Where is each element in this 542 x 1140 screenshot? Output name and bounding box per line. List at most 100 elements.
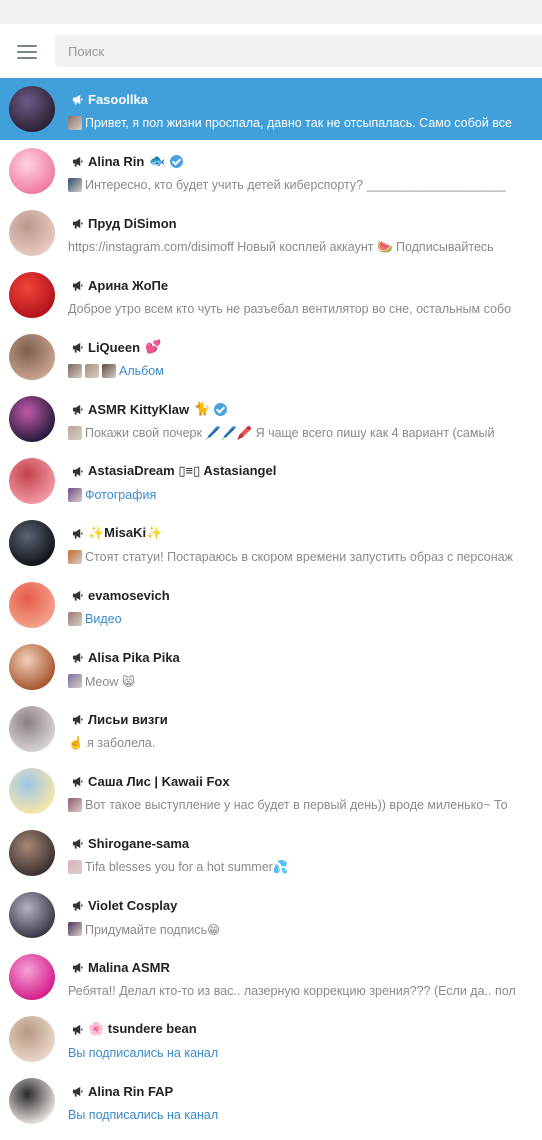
chat-preview-row: Фотография — [68, 486, 156, 504]
chat-list-item[interactable]: Shirogane-sama Tifa blesses you for a hot… — [0, 822, 542, 884]
chat-list-item[interactable]: Malina ASMR Ребята!! Делал кто-то из вас.… — [0, 946, 542, 1008]
media-thumbnail — [68, 612, 82, 626]
channel-megaphone-icon — [72, 156, 83, 167]
header — [0, 24, 542, 78]
chat-last-message: Привет, я пол жизни проспала, давно так … — [85, 116, 512, 130]
chat-last-message: Вот такое выступление у нас будет в перв… — [85, 798, 508, 812]
avatar — [9, 1078, 55, 1124]
chat-name: Саша Лис | Kawaii Fox — [88, 773, 230, 789]
chat-preview-row: Интересно, кто будет учить детей киберсп… — [68, 176, 506, 194]
chat-last-message: Вы подписались на канал — [68, 1046, 219, 1060]
chat-list-item[interactable]: evamosevich Видео — [0, 574, 542, 636]
chat-list-item[interactable]: Саша Лис | Kawaii Fox Вот такое выступлен… — [0, 760, 542, 822]
channel-megaphone-icon — [72, 528, 83, 539]
chat-name: Пруд DiSimon — [88, 215, 177, 231]
chat-title-row: Лисьи визги — [72, 710, 168, 728]
verified-badge-icon — [169, 154, 183, 168]
media-thumbnail — [68, 860, 82, 874]
channel-megaphone-icon — [72, 900, 83, 911]
avatar — [9, 334, 55, 380]
chat-name: Violet Cosplay — [88, 897, 178, 913]
chat-title-row: Alina Rin FAP — [72, 1082, 173, 1100]
avatar — [9, 396, 55, 442]
chat-list-item[interactable]: ✨MisaKi✨ Стоят статуи! Постараюсь в скоро… — [0, 512, 542, 574]
chat-last-message: Стоят статуи! Постараюсь в скором времен… — [85, 550, 513, 564]
chat-preview-row: Видео — [68, 610, 122, 628]
name-emoji: 🐈 — [194, 401, 211, 416]
chat-title-row: Пруд DiSimon — [72, 214, 177, 232]
chat-list-item[interactable]: AstasiaDream ▯≡▯ Astasiangel Фотография — [0, 450, 542, 512]
chat-preview-row: Meow 😸 — [68, 672, 135, 690]
chat-list-item[interactable]: Fasoollka Привет, я пол жизни проспала, д… — [0, 78, 542, 140]
chat-list-item[interactable]: Alina Rin FAP Вы подписались на канал — [0, 1070, 542, 1132]
channel-megaphone-icon — [72, 1086, 83, 1097]
chat-title-row: Malina ASMR — [72, 958, 170, 976]
chat-name: 🌸 tsundere bean — [88, 1021, 197, 1036]
chat-preview-row: Tifa blesses you for a hot summer💦 — [68, 858, 288, 876]
avatar — [9, 644, 55, 690]
media-thumbnail — [68, 426, 82, 440]
avatar — [9, 458, 55, 504]
chat-preview-row: Вот такое выступление у нас будет в перв… — [68, 796, 508, 814]
chat-list-item[interactable]: Арина ЖоПе Доброе утро всем кто чуть не р… — [0, 264, 542, 326]
chat-last-message: Придумайте подпись😁 — [85, 922, 221, 937]
chat-title-row: Alina Rin 🐟 — [72, 152, 183, 170]
channel-megaphone-icon — [72, 776, 83, 787]
chat-preview-row: Вы подписались на канал — [68, 1044, 218, 1062]
channel-megaphone-icon — [72, 652, 83, 663]
media-thumbnail — [68, 798, 82, 812]
hamburger-menu-icon[interactable] — [17, 45, 37, 59]
media-thumbnail — [68, 922, 82, 936]
media-thumbnail — [68, 364, 82, 378]
chat-last-message: https://instagram.com/disimoff Новый кос… — [68, 239, 494, 254]
chat-list-item[interactable]: Alisa Pika Pika Meow 😸 — [0, 636, 542, 698]
chat-list-item[interactable]: 🌸 tsundere bean Вы подписались на канал — [0, 1008, 542, 1070]
chat-name: Shirogane-sama — [88, 835, 190, 851]
channel-megaphone-icon — [72, 1024, 83, 1035]
search-input[interactable] — [55, 35, 542, 67]
chat-last-message: Ребята!! Делал кто-то из вас.. лазерную … — [68, 984, 516, 998]
chat-name: ✨MisaKi✨ — [88, 525, 163, 540]
chat-preview-row: ☝️ я заболела. — [68, 734, 155, 752]
chat-preview-row: Придумайте подпись😁 — [68, 920, 220, 938]
channel-megaphone-icon — [72, 218, 83, 229]
channel-megaphone-icon — [72, 590, 83, 601]
channel-megaphone-icon — [72, 342, 83, 353]
chat-title-row: Alisa Pika Pika — [72, 648, 180, 666]
media-thumbnail — [68, 488, 82, 502]
chat-list-item[interactable]: Пруд DiSimon https://instagram.com/disimo… — [0, 202, 542, 264]
chat-preview-row: Вы подписались на канал — [68, 1106, 218, 1124]
chat-preview-row: https://instagram.com/disimoff Новый кос… — [68, 238, 494, 256]
chat-preview-row: Стоят статуи! Постараюсь в скором времен… — [68, 548, 513, 566]
chat-list-item[interactable]: Alina Rin 🐟 Интересно, кто будет учить дет… — [0, 140, 542, 202]
chat-last-message: Tifa blesses you for a hot summer💦 — [85, 859, 289, 874]
chat-last-message: Покажи свой почерк 🖊️🖊️🖍️ Я чаще всего п… — [85, 425, 495, 440]
chat-name: Alisa Pika Pika — [88, 649, 180, 665]
avatar — [9, 954, 55, 1000]
chat-title-row: LiQueen 💕 — [72, 338, 161, 356]
chat-list-item[interactable]: Лисьи визги ☝️ я заболела. — [0, 698, 542, 760]
chat-title-row: AstasiaDream ▯≡▯ Astasiangel — [72, 462, 276, 480]
avatar — [9, 892, 55, 938]
media-thumbnail — [68, 674, 82, 688]
channel-megaphone-icon — [72, 962, 83, 973]
chat-title-row: Саша Лис | Kawaii Fox — [72, 772, 230, 790]
name-emoji: 💕 — [145, 339, 162, 354]
media-thumbnail — [68, 116, 82, 130]
chat-name: Лисьи визги — [88, 711, 168, 727]
chat-preview-row: Ребята!! Делал кто-то из вас.. лазерную … — [68, 982, 516, 1000]
chat-title-row: Violet Cosplay — [72, 896, 177, 914]
verified-badge-icon — [214, 402, 228, 416]
name-emoji: 🐟 — [149, 153, 166, 168]
chat-list-item[interactable]: ASMR KittyKlaw 🐈 Покажи свой почерк 🖊️🖊️🖍️… — [0, 388, 542, 450]
chat-name: Malina ASMR — [88, 959, 170, 975]
chat-last-message: Meow 😸 — [85, 674, 135, 689]
chat-name: LiQueen — [88, 339, 141, 355]
chat-list-item[interactable]: Violet Cosplay Придумайте подпись😁 — [0, 884, 542, 946]
chat-name: evamosevich — [88, 587, 170, 603]
avatar — [9, 830, 55, 876]
media-thumbnail — [85, 364, 99, 378]
chat-list-item[interactable]: LiQueen 💕 Альбом — [0, 326, 542, 388]
chat-name: ASMR KittyKlaw — [88, 401, 190, 417]
channel-megaphone-icon — [72, 94, 83, 105]
